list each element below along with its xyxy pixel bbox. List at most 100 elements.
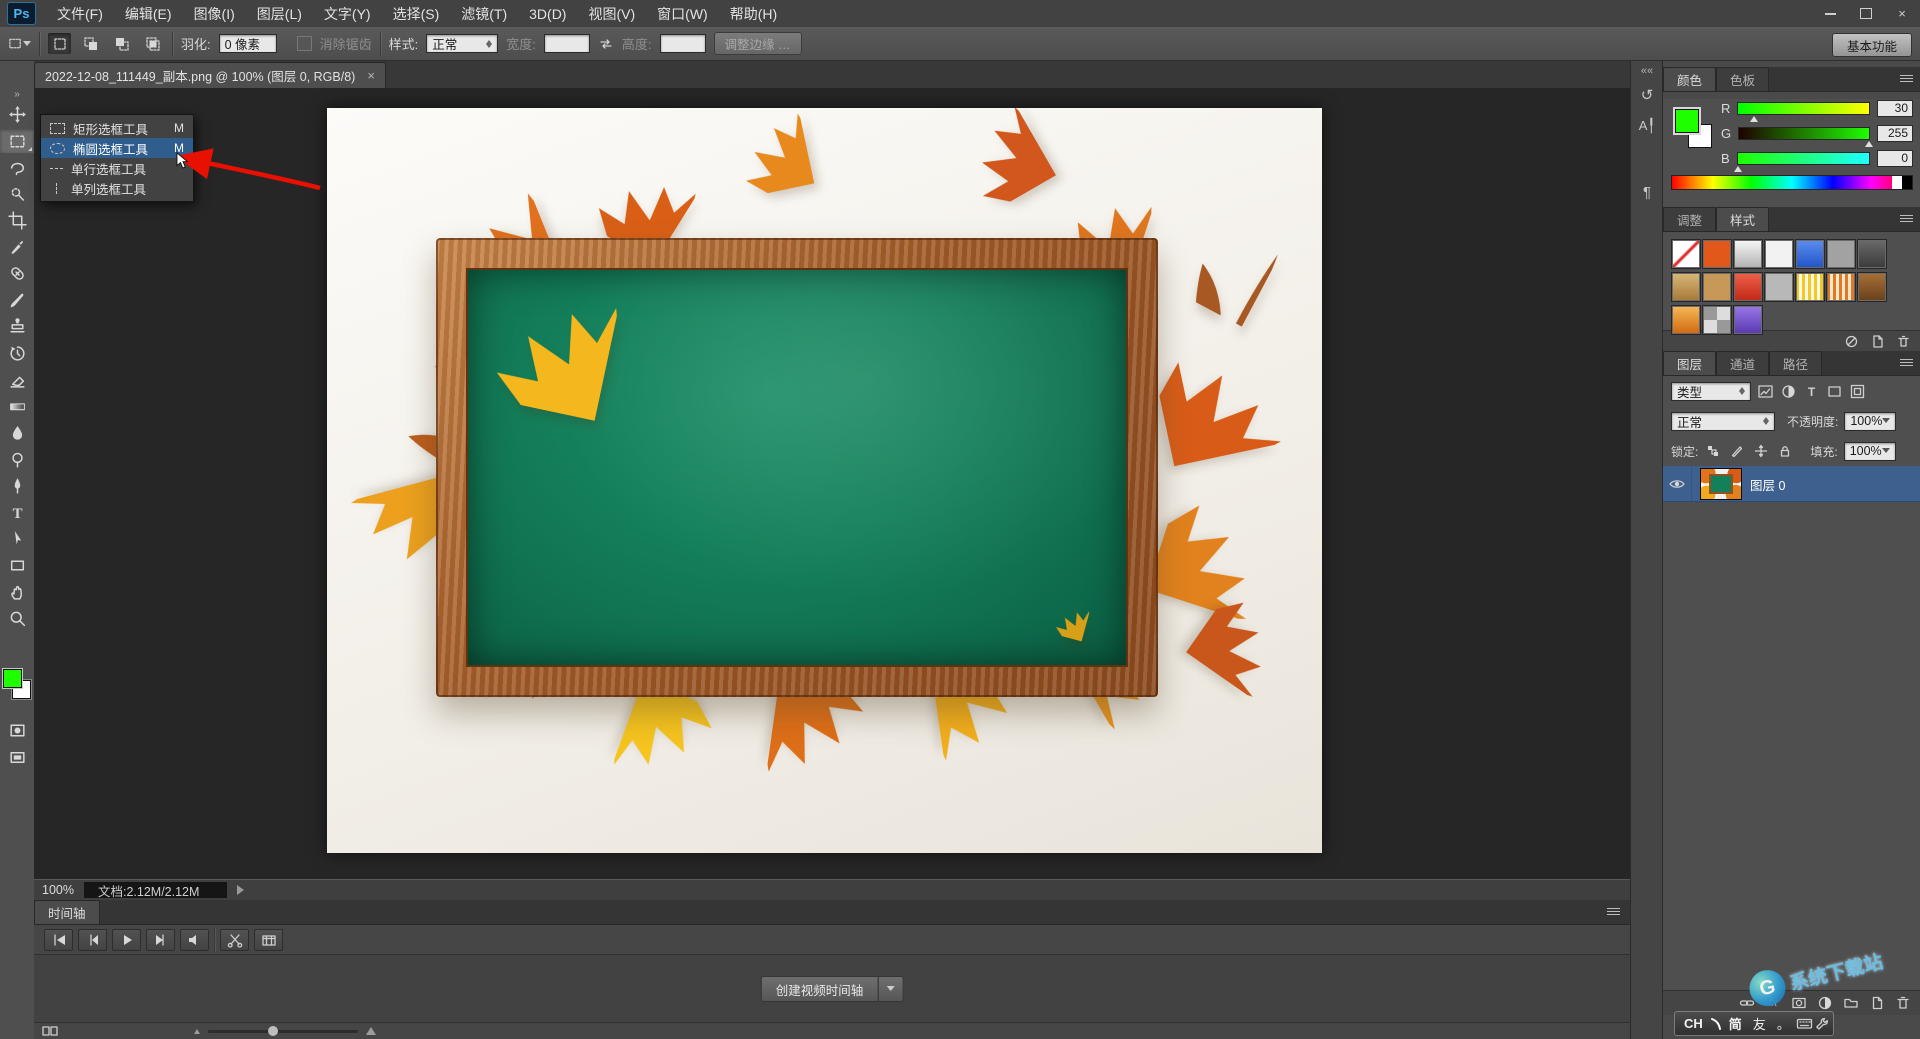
expand-panels-icon[interactable]: «« [1631, 61, 1663, 77]
tab-paths[interactable]: 路径 [1769, 351, 1822, 375]
style-swatch[interactable] [1733, 239, 1763, 269]
style-swatch[interactable] [1733, 272, 1763, 302]
height-input[interactable] [660, 34, 706, 53]
zoom-in-icon[interactable] [366, 1027, 376, 1035]
blue-slider-handle[interactable] [1734, 162, 1742, 172]
type-tool[interactable]: T [0, 500, 34, 524]
move-tool[interactable] [0, 103, 34, 127]
lock-position-button[interactable] [1752, 442, 1770, 460]
new-layer-button[interactable] [1867, 994, 1887, 1012]
character-panel-icon[interactable]: A╿ [1634, 113, 1660, 139]
status-popup-arrow-icon[interactable] [237, 885, 249, 895]
lock-pixels-button[interactable] [1728, 442, 1746, 460]
layer-style-button[interactable]: fx [1763, 994, 1783, 1012]
lasso-tool[interactable] [0, 156, 34, 180]
menu-layer[interactable]: 图层(L) [246, 1, 313, 27]
zoom-tool[interactable] [0, 606, 34, 630]
clone-stamp-tool[interactable] [0, 315, 34, 339]
delete-style-button[interactable] [1893, 332, 1913, 350]
blue-value[interactable]: 0 [1877, 150, 1913, 167]
workspace-switcher-button[interactable]: 基本功能 [1832, 33, 1912, 57]
tool-preset-button[interactable] [8, 33, 31, 54]
brush-tool[interactable] [0, 288, 34, 312]
flyout-item-rectangular-marquee[interactable]: 矩形选框工具 M [41, 118, 193, 138]
ime-stroke-icon[interactable] [1709, 1016, 1723, 1032]
previous-frame-button[interactable] [78, 929, 107, 951]
go-to-first-frame-button[interactable] [44, 929, 73, 951]
foreground-color-swatch[interactable] [1675, 109, 1699, 133]
new-style-button[interactable] [1867, 332, 1887, 350]
minimize-button[interactable] [1812, 0, 1848, 27]
style-swatch[interactable] [1671, 305, 1701, 335]
menu-window[interactable]: 窗口(W) [646, 1, 719, 27]
tab-styles[interactable]: 样式 [1716, 207, 1769, 231]
ime-settings-wrench-icon[interactable] [1814, 1016, 1829, 1031]
gradient-tool[interactable] [0, 394, 34, 418]
delete-layer-button[interactable] [1893, 994, 1913, 1012]
zoom-slider-handle[interactable] [268, 1026, 278, 1036]
ime-association-toggle[interactable]: 友 [1748, 1014, 1771, 1033]
style-swatch[interactable] [1857, 272, 1887, 302]
panel-menu-icon[interactable] [1900, 215, 1913, 222]
panel-menu-icon[interactable] [1607, 908, 1620, 915]
screen-mode-button[interactable] [0, 746, 34, 770]
pen-tool[interactable] [0, 474, 34, 498]
swap-width-height-icon[interactable] [598, 36, 614, 52]
filter-shape-layers-icon[interactable] [1826, 383, 1843, 400]
red-slider-handle[interactable] [1750, 112, 1758, 122]
tab-channels[interactable]: 通道 [1716, 351, 1769, 375]
add-to-selection-button[interactable] [79, 33, 102, 54]
menu-select[interactable]: 选择(S) [382, 1, 451, 27]
layer-thumbnail[interactable] [1700, 468, 1742, 500]
style-swatch[interactable] [1826, 239, 1856, 269]
layer-name[interactable]: 图层 0 [1750, 475, 1785, 494]
style-swatch[interactable] [1702, 272, 1732, 302]
next-frame-button[interactable] [146, 929, 175, 951]
blur-tool[interactable] [0, 421, 34, 445]
feather-input[interactable]: 0 像素 [219, 34, 277, 53]
quick-mask-button[interactable] [0, 719, 34, 743]
fill-input[interactable]: 100% [1844, 442, 1896, 461]
zoom-level[interactable]: 100% [42, 883, 74, 897]
style-swatch[interactable] [1702, 305, 1732, 335]
antialias-checkbox[interactable] [297, 36, 312, 51]
create-video-timeline-button[interactable]: 创建视频时间轴 [761, 976, 879, 1002]
style-dropdown[interactable]: 正常 [426, 34, 498, 53]
crop-tool[interactable] [0, 209, 34, 233]
foreground-color-swatch[interactable] [3, 669, 22, 688]
ime-punctuation-toggle[interactable]: 。 [1772, 1014, 1795, 1033]
link-layers-button[interactable] [1737, 994, 1757, 1012]
style-swatch[interactable] [1795, 272, 1825, 302]
intersect-selection-button[interactable] [141, 33, 164, 54]
path-selection-tool[interactable] [0, 527, 34, 551]
style-swatch[interactable] [1826, 272, 1856, 302]
red-value[interactable]: 30 [1877, 100, 1913, 117]
blue-slider[interactable] [1737, 152, 1870, 165]
tab-color[interactable]: 颜色 [1663, 67, 1716, 91]
adjustment-layer-button[interactable] [1815, 994, 1835, 1012]
play-button[interactable] [112, 929, 141, 951]
close-button[interactable]: × [1884, 0, 1920, 27]
history-panel-icon[interactable]: ↺ [1634, 82, 1660, 108]
hand-tool[interactable] [0, 580, 34, 604]
tab-layers[interactable]: 图层 [1663, 351, 1716, 375]
tab-close-icon[interactable]: × [367, 68, 375, 83]
lock-transparency-button[interactable] [1704, 442, 1722, 460]
layer-row-selected[interactable]: 图层 0 [1663, 466, 1920, 502]
style-swatch[interactable] [1764, 239, 1794, 269]
filter-smart-objects-icon[interactable] [1849, 383, 1866, 400]
eraser-tool[interactable] [0, 368, 34, 392]
menu-filter[interactable]: 滤镜(T) [450, 1, 518, 27]
width-input[interactable] [544, 34, 590, 53]
split-clip-button[interactable] [220, 929, 249, 951]
maximize-button[interactable] [1848, 0, 1884, 27]
color-spectrum-ramp[interactable] [1671, 175, 1913, 190]
eyedropper-tool[interactable] [0, 235, 34, 259]
rectangle-tool[interactable] [0, 553, 34, 577]
new-selection-button[interactable] [48, 33, 71, 54]
style-swatch[interactable] [1795, 239, 1825, 269]
zoom-out-icon[interactable] [194, 1029, 200, 1034]
menu-view[interactable]: 视图(V) [577, 1, 646, 27]
style-swatch[interactable] [1733, 305, 1763, 335]
new-group-button[interactable] [1841, 994, 1861, 1012]
